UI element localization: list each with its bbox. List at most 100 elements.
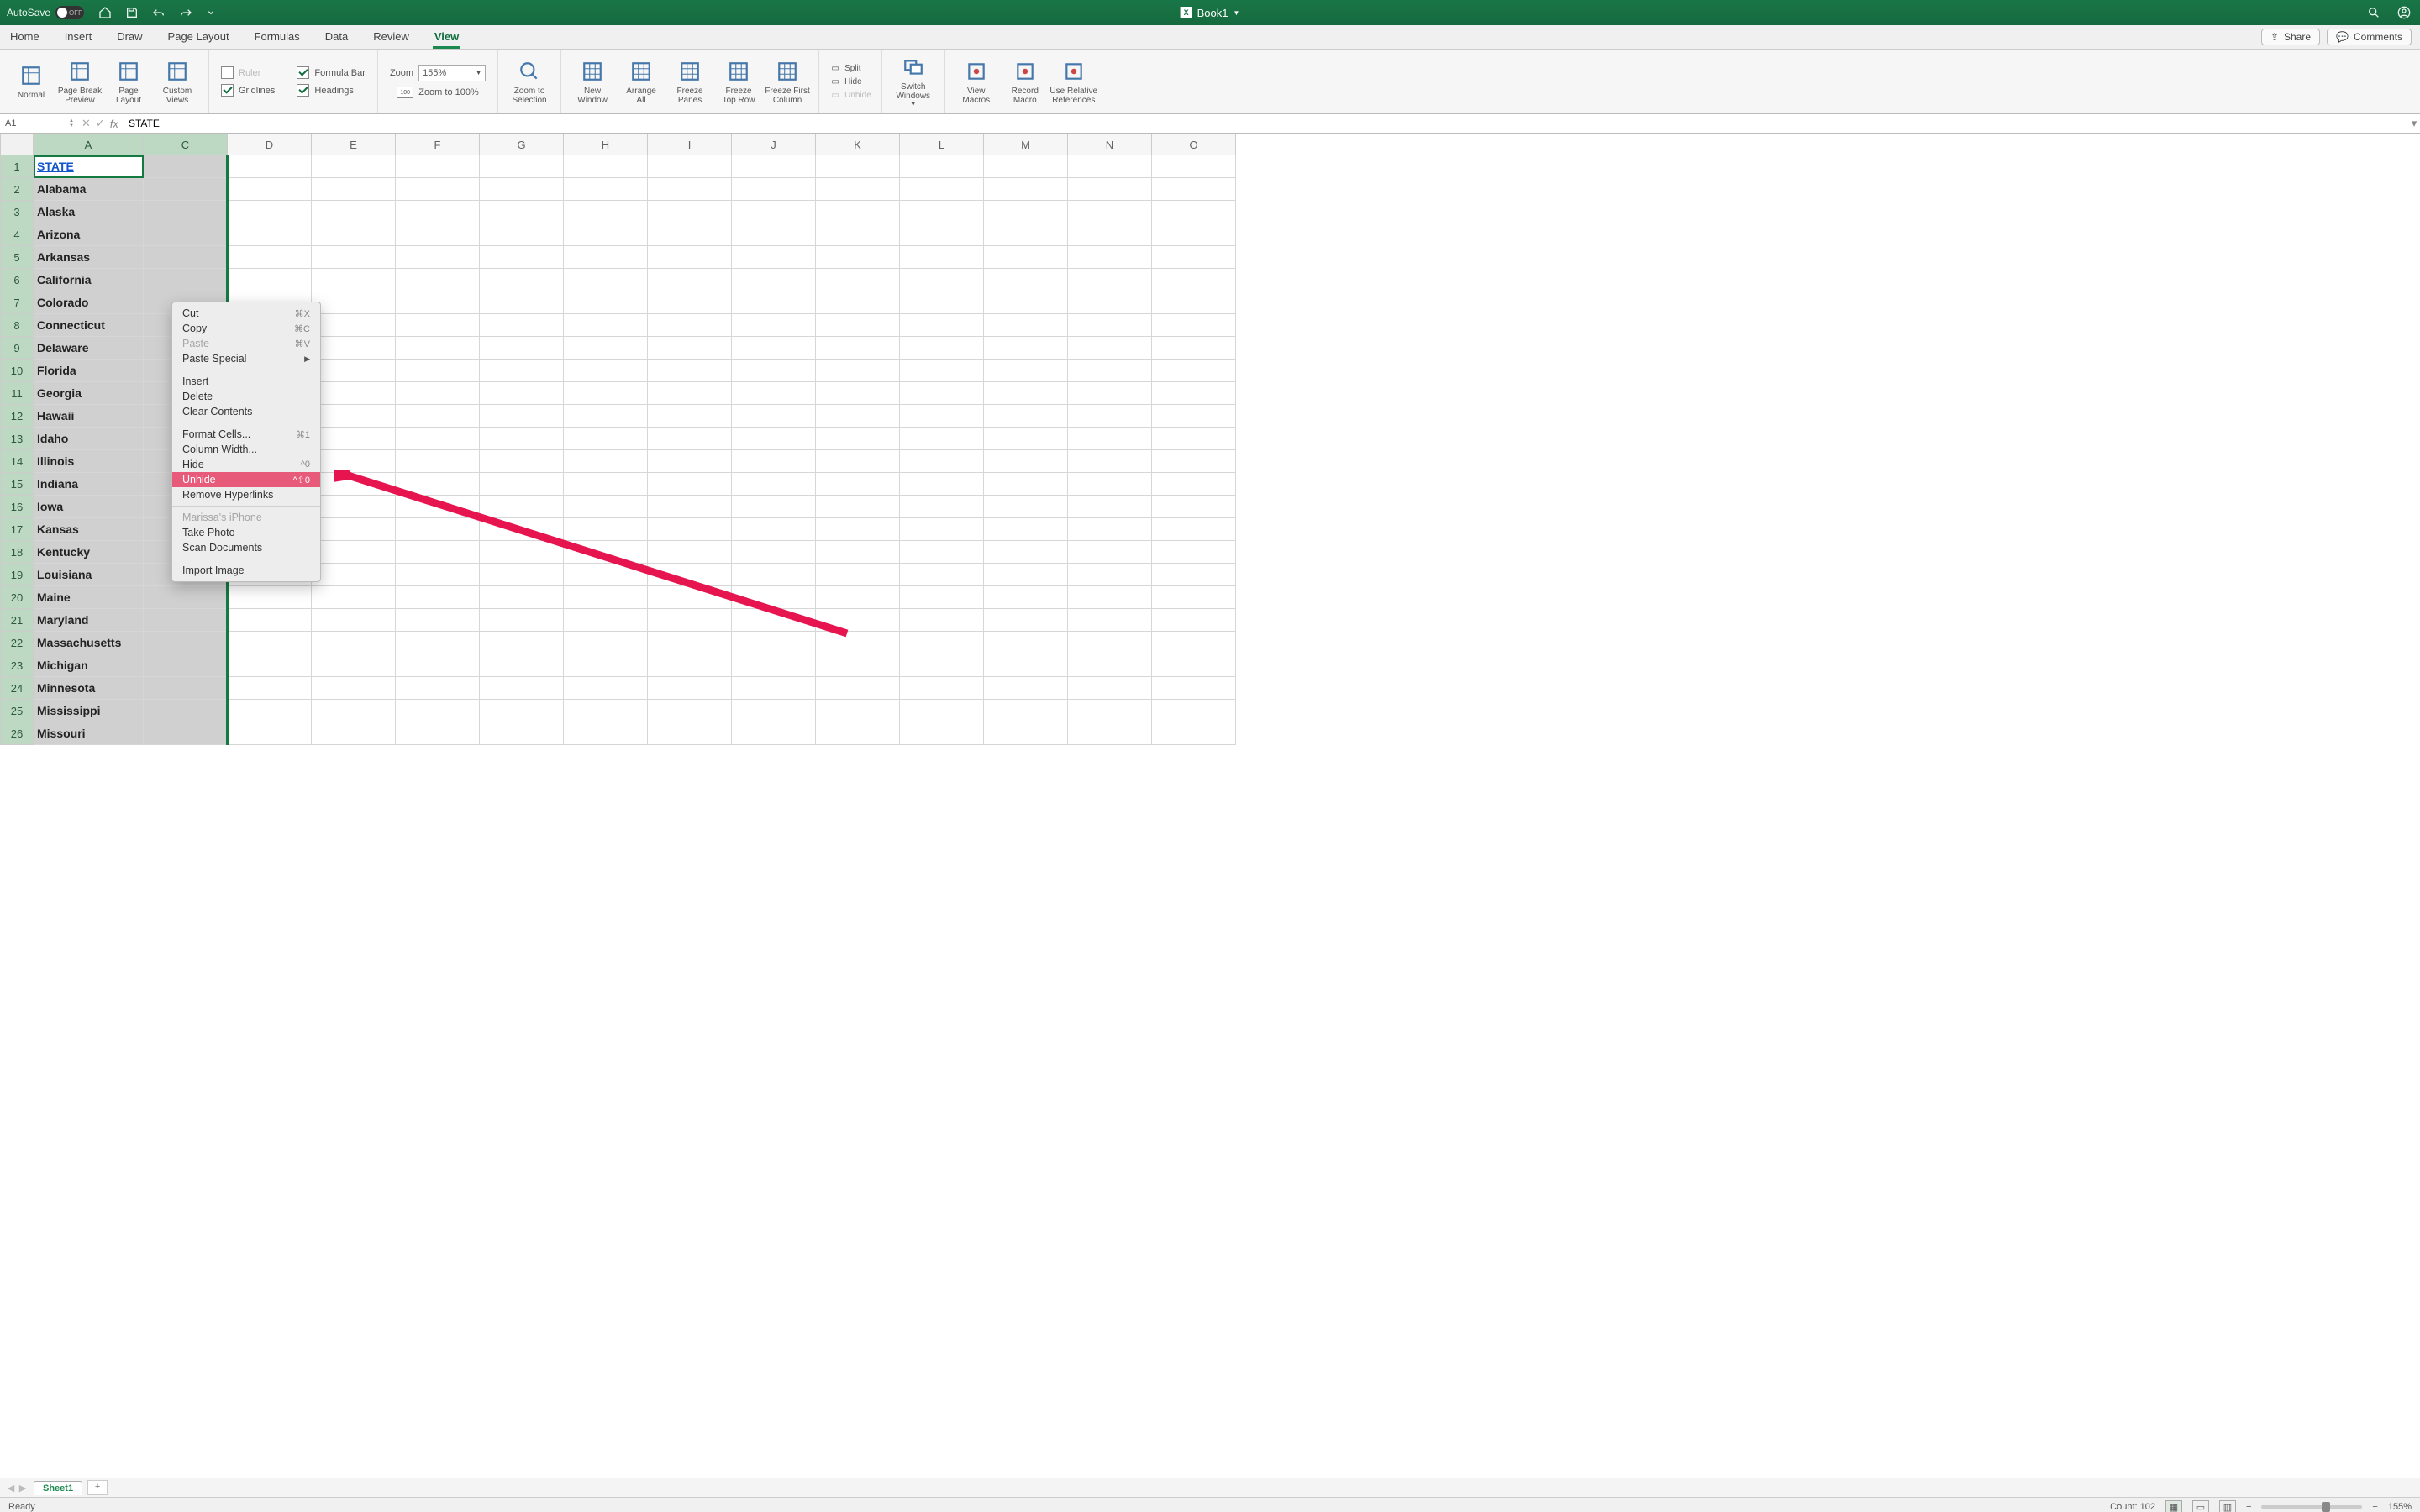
cell-I12[interactable] xyxy=(648,405,732,428)
cell-C25[interactable] xyxy=(144,700,228,722)
row-header-17[interactable]: 17 xyxy=(1,518,34,541)
cell-J21[interactable] xyxy=(732,609,816,632)
cell-J18[interactable] xyxy=(732,541,816,564)
cell-A9[interactable]: Delaware xyxy=(34,337,144,360)
row-header-8[interactable]: 8 xyxy=(1,314,34,337)
cell-D20[interactable] xyxy=(228,586,312,609)
cell-H10[interactable] xyxy=(564,360,648,382)
cell-O23[interactable] xyxy=(1152,654,1236,677)
cell-L3[interactable] xyxy=(900,201,984,223)
check-headings[interactable]: Headings xyxy=(297,84,366,97)
cell-G4[interactable] xyxy=(480,223,564,246)
cell-O12[interactable] xyxy=(1152,405,1236,428)
cell-C1[interactable] xyxy=(144,155,228,178)
cell-L17[interactable] xyxy=(900,518,984,541)
home-icon[interactable] xyxy=(96,3,114,22)
cell-O13[interactable] xyxy=(1152,428,1236,450)
cell-I18[interactable] xyxy=(648,541,732,564)
cell-K19[interactable] xyxy=(816,564,900,586)
cell-G10[interactable] xyxy=(480,360,564,382)
cell-A20[interactable]: Maine xyxy=(34,586,144,609)
cell-A10[interactable]: Florida xyxy=(34,360,144,382)
cell-L6[interactable] xyxy=(900,269,984,291)
row-header-16[interactable]: 16 xyxy=(1,496,34,518)
cell-K23[interactable] xyxy=(816,654,900,677)
cell-J4[interactable] xyxy=(732,223,816,246)
cell-I14[interactable] xyxy=(648,450,732,473)
cell-J3[interactable] xyxy=(732,201,816,223)
zoom-slider[interactable] xyxy=(2261,1505,2362,1509)
cell-N20[interactable] xyxy=(1068,586,1152,609)
cell-M23[interactable] xyxy=(984,654,1068,677)
cell-F23[interactable] xyxy=(396,654,480,677)
cell-M19[interactable] xyxy=(984,564,1068,586)
cell-O6[interactable] xyxy=(1152,269,1236,291)
cell-L13[interactable] xyxy=(900,428,984,450)
cell-E22[interactable] xyxy=(312,632,396,654)
cell-D6[interactable] xyxy=(228,269,312,291)
cell-J7[interactable] xyxy=(732,291,816,314)
cell-F26[interactable] xyxy=(396,722,480,745)
redo-icon[interactable] xyxy=(176,3,195,22)
cell-H3[interactable] xyxy=(564,201,648,223)
menu-item-import-image[interactable]: Import Image xyxy=(172,563,320,578)
cell-J9[interactable] xyxy=(732,337,816,360)
view-mode-button-3[interactable]: Custom Views xyxy=(153,59,202,105)
sheet-tab[interactable]: Sheet1 xyxy=(34,1481,82,1495)
formula-input[interactable]: STATE xyxy=(124,114,2408,133)
cell-I20[interactable] xyxy=(648,586,732,609)
cell-O24[interactable] xyxy=(1152,677,1236,700)
cell-F13[interactable] xyxy=(396,428,480,450)
cell-E4[interactable] xyxy=(312,223,396,246)
cell-K26[interactable] xyxy=(816,722,900,745)
cell-I6[interactable] xyxy=(648,269,732,291)
cell-H25[interactable] xyxy=(564,700,648,722)
cell-J17[interactable] xyxy=(732,518,816,541)
autosave-toggle[interactable]: OFF xyxy=(55,6,84,19)
cell-A11[interactable]: Georgia xyxy=(34,382,144,405)
cell-I24[interactable] xyxy=(648,677,732,700)
row-header-21[interactable]: 21 xyxy=(1,609,34,632)
name-box[interactable]: A1 ▲▼ xyxy=(0,114,76,133)
col-header-K[interactable]: K xyxy=(816,134,900,155)
cell-N18[interactable] xyxy=(1068,541,1152,564)
window-button-3[interactable]: Freeze Top Row xyxy=(714,59,763,105)
cell-N21[interactable] xyxy=(1068,609,1152,632)
row-header-25[interactable]: 25 xyxy=(1,700,34,722)
menu-item-remove-hyperlinks[interactable]: Remove Hyperlinks xyxy=(172,487,320,502)
cell-A13[interactable]: Idaho xyxy=(34,428,144,450)
cell-G26[interactable] xyxy=(480,722,564,745)
cell-H19[interactable] xyxy=(564,564,648,586)
col-header-E[interactable]: E xyxy=(312,134,396,155)
cell-G22[interactable] xyxy=(480,632,564,654)
cell-N10[interactable] xyxy=(1068,360,1152,382)
add-sheet-button[interactable]: + xyxy=(87,1480,108,1495)
cell-M11[interactable] xyxy=(984,382,1068,405)
cell-G24[interactable] xyxy=(480,677,564,700)
cell-H5[interactable] xyxy=(564,246,648,269)
comments-button[interactable]: 💬 Comments xyxy=(2327,29,2412,45)
cell-F15[interactable] xyxy=(396,473,480,496)
cell-G12[interactable] xyxy=(480,405,564,428)
cell-M24[interactable] xyxy=(984,677,1068,700)
cell-G14[interactable] xyxy=(480,450,564,473)
row-header-20[interactable]: 20 xyxy=(1,586,34,609)
cell-A22[interactable]: Massachusetts xyxy=(34,632,144,654)
cell-L10[interactable] xyxy=(900,360,984,382)
cell-L22[interactable] xyxy=(900,632,984,654)
cell-G15[interactable] xyxy=(480,473,564,496)
cell-E5[interactable] xyxy=(312,246,396,269)
cell-M5[interactable] xyxy=(984,246,1068,269)
cell-K14[interactable] xyxy=(816,450,900,473)
col-header-I[interactable]: I xyxy=(648,134,732,155)
row-header-4[interactable]: 4 xyxy=(1,223,34,246)
cell-N12[interactable] xyxy=(1068,405,1152,428)
col-header-C[interactable]: C xyxy=(144,134,228,155)
cell-F8[interactable] xyxy=(396,314,480,337)
col-header-O[interactable]: O xyxy=(1152,134,1236,155)
cell-E14[interactable] xyxy=(312,450,396,473)
cell-H2[interactable] xyxy=(564,178,648,201)
cell-H13[interactable] xyxy=(564,428,648,450)
cell-O8[interactable] xyxy=(1152,314,1236,337)
cell-F21[interactable] xyxy=(396,609,480,632)
